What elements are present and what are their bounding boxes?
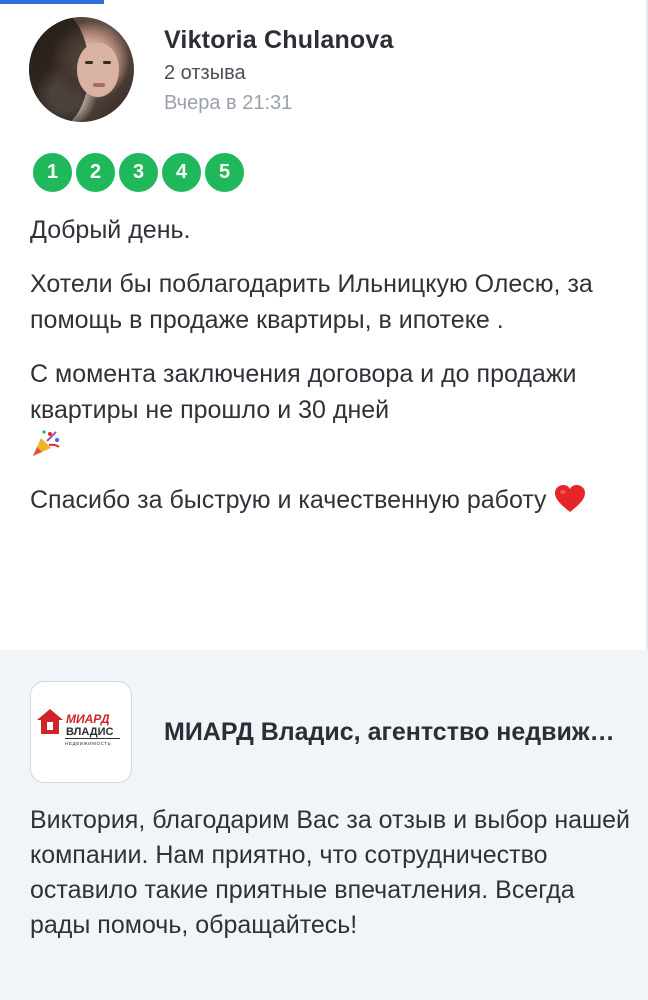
party-popper-icon xyxy=(33,430,60,456)
rating-point-1: 1 xyxy=(30,150,75,195)
avatar-eye xyxy=(85,61,93,64)
miard-vladis-logo: МИАРД ВЛАДИС НЕДВИЖИМОСТЬ xyxy=(37,709,120,746)
review-paragraph-text: Спасибо за быструю и качественную работу xyxy=(30,486,547,514)
review-paragraph-text: С момента заключения договора и до прода… xyxy=(30,360,577,424)
rating-point-4: 4 xyxy=(159,150,204,195)
svg-text:НЕДВИЖИМОСТЬ: НЕДВИЖИМОСТЬ xyxy=(65,741,111,746)
rating-point-3: 3 xyxy=(116,150,161,195)
avatar-lips xyxy=(93,83,105,87)
svg-text:ВЛАДИС: ВЛАДИС xyxy=(66,726,113,738)
review-date: Вчера в 21:31 xyxy=(164,92,293,114)
rating-point-2: 2 xyxy=(73,150,118,195)
avatar-face xyxy=(77,43,119,97)
company-logo[interactable]: МИАРД ВЛАДИС НЕДВИЖИМОСТЬ xyxy=(30,681,132,783)
review-count[interactable]: 2 отзыва xyxy=(164,62,246,85)
author-name[interactable]: Viktoria Chulanova xyxy=(164,26,394,55)
company-reply: МИАРД ВЛАДИС НЕДВИЖИМОСТЬ МИАРД Владис, … xyxy=(0,650,648,1000)
svg-text:МИАРД: МИАРД xyxy=(66,712,110,726)
review-paragraph: Спасибо за быструю и качественную работу xyxy=(30,482,626,518)
review-paragraph: Хотели бы поблагодарить Ильницкую Олесю,… xyxy=(30,270,593,334)
avatar[interactable] xyxy=(29,17,134,122)
review-body: Добрый день. Хотели бы поблагодарить Иль… xyxy=(30,212,626,536)
avatar-eye xyxy=(103,61,111,64)
review-card: Viktoria Chulanova 2 отзыва Вчера в 21:3… xyxy=(0,0,646,650)
company-name[interactable]: МИАРД Владис, агентство недвижимости xyxy=(164,718,624,747)
reply-text: Виктория, благодарим Вас за отзыв и выбо… xyxy=(30,806,630,939)
review-paragraph: С момента заключения договора и до прода… xyxy=(30,356,626,464)
rating-stars: 1 2 3 4 5 xyxy=(30,150,247,195)
rating-point-5: 5 xyxy=(202,150,247,195)
review-paragraph: Добрый день. xyxy=(30,216,191,244)
red-heart-icon xyxy=(554,485,585,512)
